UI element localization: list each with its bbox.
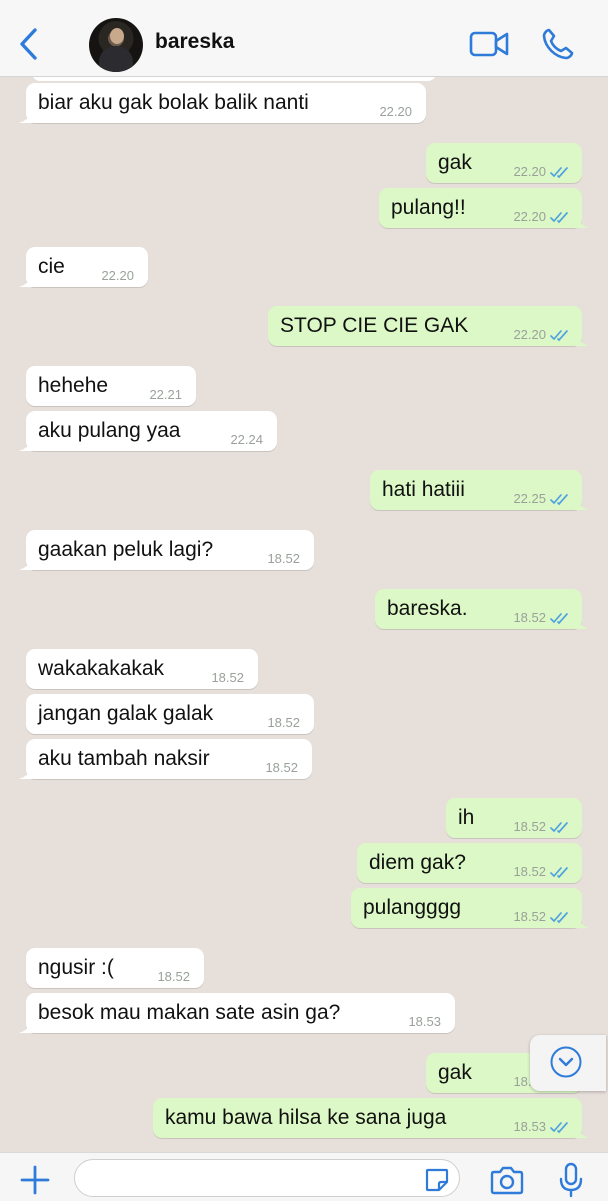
message-text: gak xyxy=(438,151,472,174)
read-ticks-icon xyxy=(550,494,568,506)
message-text: ih xyxy=(458,806,475,829)
microphone-icon[interactable] xyxy=(556,1161,586,1199)
bubble-tail xyxy=(575,496,589,510)
read-ticks-icon xyxy=(550,167,568,179)
partial-message-bubble xyxy=(32,77,436,81)
message-time: 18.52 xyxy=(513,819,546,834)
message-outgoing[interactable]: hati hatiii 22.25 xyxy=(370,470,589,510)
read-ticks-icon xyxy=(550,867,568,879)
bubble-tail xyxy=(19,765,33,779)
message-text: besok mau makan sate asin ga? xyxy=(38,1001,341,1024)
message-input-bar xyxy=(0,1152,608,1201)
message-text: aku pulang yaa xyxy=(38,419,181,442)
message-time: 22.25 xyxy=(513,491,546,506)
bubble-tail xyxy=(575,332,589,346)
bubble-tail xyxy=(19,1019,33,1033)
message-time: 18.53 xyxy=(408,1014,441,1029)
bubble-tail xyxy=(575,914,589,928)
message-outgoing[interactable]: kamu bawa hilsa ke sana juga 18.53 xyxy=(153,1098,589,1138)
message-time: 22.24 xyxy=(230,432,263,447)
message-time: 18.53 xyxy=(513,1119,546,1134)
contact-avatar[interactable] xyxy=(89,18,143,72)
message-incoming[interactable]: aku tambah naksir 18.52 xyxy=(19,739,312,779)
message-outgoing[interactable]: gak 22.20 xyxy=(426,143,582,183)
message-incoming[interactable]: cie 22.20 xyxy=(19,247,148,287)
read-ticks-icon xyxy=(550,212,568,224)
read-ticks-icon xyxy=(550,912,568,924)
message-text: bareska. xyxy=(387,597,468,620)
message-outgoing[interactable]: diem gak? 18.52 xyxy=(357,843,582,883)
message-time: 18.52 xyxy=(211,670,244,685)
back-chevron-icon[interactable] xyxy=(14,26,44,62)
message-text: pulangggg xyxy=(363,896,462,919)
message-incoming[interactable]: aku pulang yaa 22.24 xyxy=(19,411,277,451)
message-text: diem gak? xyxy=(369,851,466,874)
bubble-tail xyxy=(19,273,33,287)
message-time: 22.20 xyxy=(513,164,546,179)
read-ticks-icon xyxy=(550,822,568,834)
message-incoming[interactable]: besok mau makan sate asin ga? 18.53 xyxy=(19,993,455,1033)
message-text: hati hatiii xyxy=(382,478,465,501)
message-outgoing[interactable]: bareska. 18.52 xyxy=(375,589,589,629)
message-time: 18.52 xyxy=(265,760,298,775)
message-text: gak xyxy=(438,1061,472,1084)
message-time: 22.20 xyxy=(513,209,546,224)
bubble-tail xyxy=(19,109,33,123)
message-text: cie xyxy=(38,255,65,278)
message-text: kamu bawa hilsa ke sana juga xyxy=(165,1106,447,1129)
phone-icon[interactable] xyxy=(540,26,576,62)
read-ticks-icon xyxy=(550,330,568,342)
message-outgoing[interactable]: pulangggg 18.52 xyxy=(351,888,589,928)
camera-icon[interactable] xyxy=(488,1165,526,1197)
message-text: wakakakakak xyxy=(38,657,165,680)
message-time: 22.20 xyxy=(513,327,546,342)
message-time: 18.52 xyxy=(157,969,190,984)
read-ticks-icon xyxy=(550,1122,568,1134)
video-call-icon[interactable] xyxy=(468,28,510,60)
message-incoming[interactable]: gaakan peluk lagi? 18.52 xyxy=(19,530,314,570)
bubble-tail xyxy=(19,556,33,570)
message-incoming[interactable]: hehehe 22.21 xyxy=(26,366,196,406)
message-text: pulang!! xyxy=(391,196,466,219)
message-incoming[interactable]: biar aku gak bolak balik nanti 22.20 xyxy=(19,83,426,123)
message-time: 18.52 xyxy=(513,864,546,879)
message-outgoing[interactable]: STOP CIE CIE GAK 22.20 xyxy=(268,306,589,346)
message-time: 22.20 xyxy=(101,268,134,283)
bubble-tail xyxy=(575,214,589,228)
message-time: 18.52 xyxy=(513,909,546,924)
message-text: hehehe xyxy=(38,374,109,397)
message-text: aku tambah naksir xyxy=(38,747,210,770)
plus-icon[interactable] xyxy=(18,1163,52,1197)
bubble-tail xyxy=(19,437,33,451)
message-incoming[interactable]: jangan galak galak 18.52 xyxy=(26,694,314,734)
sticker-icon[interactable] xyxy=(424,1167,450,1193)
message-list[interactable]: biar aku gak bolak balik nanti 22.20 gak… xyxy=(0,77,608,1152)
contact-name[interactable]: bareska xyxy=(155,30,234,54)
message-input[interactable] xyxy=(74,1159,460,1197)
message-time: 22.20 xyxy=(379,104,412,119)
message-time: 22.21 xyxy=(149,387,182,402)
bubble-tail xyxy=(575,615,589,629)
message-time: 18.52 xyxy=(267,551,300,566)
message-incoming[interactable]: wakakakakak 18.52 xyxy=(26,649,258,689)
message-outgoing[interactable]: pulang!! 22.20 xyxy=(379,188,589,228)
scroll-to-bottom-button[interactable] xyxy=(530,1035,606,1091)
message-text: ngusir :( xyxy=(38,956,114,979)
chevron-down-circle-icon xyxy=(550,1046,582,1078)
read-ticks-icon xyxy=(550,613,568,625)
message-text: biar aku gak bolak balik nanti xyxy=(38,91,309,114)
message-incoming[interactable]: ngusir :( 18.52 xyxy=(26,948,204,988)
message-time: 18.52 xyxy=(513,610,546,625)
bubble-tail xyxy=(575,1124,589,1138)
message-text: STOP CIE CIE GAK xyxy=(280,314,469,337)
message-text: jangan galak galak xyxy=(38,702,214,725)
message-time: 18.52 xyxy=(267,715,300,730)
chat-header: bareska xyxy=(0,0,608,77)
message-outgoing[interactable]: ih 18.52 xyxy=(446,798,582,838)
message-text: gaakan peluk lagi? xyxy=(38,538,214,561)
